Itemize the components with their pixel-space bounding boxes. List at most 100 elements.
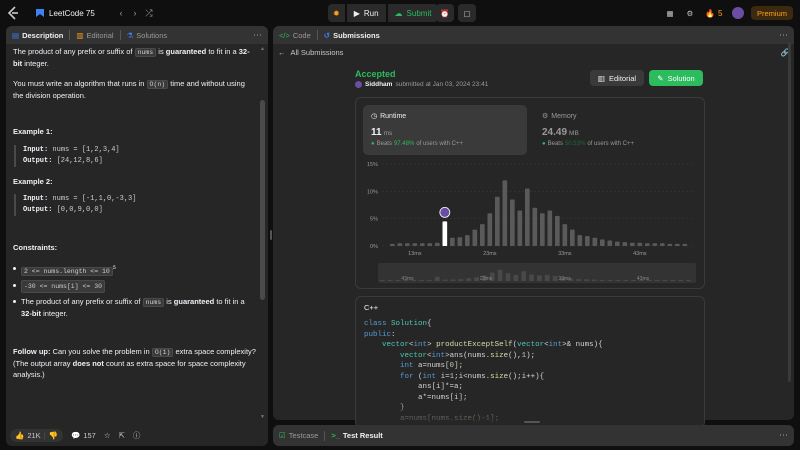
chart-bar xyxy=(517,210,523,246)
chart-bar xyxy=(600,239,605,246)
submit-button[interactable]: ☁ Submit xyxy=(387,4,439,22)
description-icon: ▤ xyxy=(12,30,20,40)
play-icon: ▶ xyxy=(353,8,360,18)
example-2-block: Input: nums = [-1,1,0,-3,3] Output: [0,0… xyxy=(14,194,263,216)
code-line: vector<int>ans(nums.size(),1); xyxy=(400,351,536,360)
chart-bar xyxy=(622,242,628,246)
chart-overview-bar xyxy=(670,280,676,281)
chart-bar xyxy=(420,243,425,246)
username[interactable]: Siddham xyxy=(365,81,392,88)
premium-button[interactable]: Premium xyxy=(751,6,793,20)
notes-icon[interactable]: ▢ xyxy=(458,4,476,22)
chart-overview-bar xyxy=(427,280,432,281)
gear-icon[interactable]: ⚙ xyxy=(684,0,696,26)
description-scrollbar[interactable] xyxy=(260,100,265,300)
editorial-button[interactable]: ▥ Editorial xyxy=(590,70,644,86)
example-1-title: Example 1: xyxy=(13,127,53,136)
chart-overview-tick-label: 43ms xyxy=(401,276,414,282)
chart-overview-tick-label: 23ms xyxy=(480,276,493,282)
more-icon[interactable]: ⋯ xyxy=(779,26,788,44)
comment-icon: 💬 xyxy=(71,430,81,440)
help-icon[interactable]: ⓘ xyxy=(133,430,141,441)
grid-icon[interactable]: ▦ xyxy=(664,0,676,26)
beats-icon: ● xyxy=(371,141,375,147)
chart-x-tick-label: 13ms xyxy=(408,251,422,257)
chart-y-tick-label: 5% xyxy=(370,217,378,223)
problem-list-icon[interactable] xyxy=(34,0,46,26)
constraints-title: Constraints: xyxy=(13,243,58,252)
chart-bar xyxy=(682,243,688,246)
comments-button[interactable]: 💬 157 xyxy=(71,431,96,440)
book-open-icon: ▥ xyxy=(597,73,605,83)
chart-bar xyxy=(585,236,590,246)
chart-y-tick-label: 0% xyxy=(370,244,378,250)
user-avatar xyxy=(355,81,362,88)
beats-icon: ● xyxy=(542,141,546,147)
more-icon[interactable]: ⋯ xyxy=(779,425,788,446)
run-button[interactable]: ▶ Run xyxy=(346,4,386,22)
chart-overview-tick-label: 33ms xyxy=(558,276,571,282)
chart-overview-bar xyxy=(529,274,534,281)
runtime-distribution-chart[interactable]: 0% 5% 10% 15% 13ms 23ms 33ms 43ms 43ms 23ms 33ms 43… xyxy=(362,160,697,284)
tab-editorial[interactable]: ▥ Editorial xyxy=(70,26,119,44)
chart-bar xyxy=(502,180,508,246)
statement-paragraph-2: You must write an algorithm that runs in… xyxy=(13,79,245,100)
timer-icon[interactable]: ⏰ xyxy=(436,4,454,22)
terminal-icon: >_ xyxy=(331,431,340,440)
code-line: for (int i=1;i<nums.size();i++){ xyxy=(400,372,545,381)
code-line: ans[i]*=a; xyxy=(364,383,464,391)
like-button[interactable]: 👍 21K | 👎 xyxy=(10,428,63,442)
panel-resize-handle[interactable] xyxy=(270,230,272,240)
chart-bar xyxy=(525,188,530,246)
more-icon[interactable]: ⋯ xyxy=(253,26,262,44)
chart-bar xyxy=(577,235,583,246)
follow-up-text: Follow up: Can you solve the problem in … xyxy=(13,347,256,379)
constraint-item: -30 <= nums[i] <= 30 xyxy=(13,280,256,293)
shuffle-icon[interactable]: ⤮ xyxy=(144,0,154,26)
tab-submissions[interactable]: ↺ Submissions xyxy=(318,26,386,44)
tab-description[interactable]: ▤ Description xyxy=(6,26,69,44)
streak-counter[interactable]: 🔥 5 xyxy=(705,0,722,26)
chart-overview-bar xyxy=(552,275,558,281)
chart-overview-bar xyxy=(623,280,629,281)
star-icon[interactable]: ☆ xyxy=(104,431,111,440)
constraint-item: The product of any prefix or suffix of n… xyxy=(13,296,256,319)
code-line: vector<int> productExceptSelf(vector<int… xyxy=(382,341,603,349)
chart-overview-bar xyxy=(521,271,527,281)
leetcode-logo-icon[interactable] xyxy=(6,0,20,26)
solution-button[interactable]: ✎ Solution xyxy=(649,70,703,86)
chart-overview-bar xyxy=(387,280,393,281)
chart-overview-bar xyxy=(466,278,472,281)
debug-button[interactable]: ✹ xyxy=(328,4,345,22)
scroll-down-icon[interactable]: ▼ xyxy=(260,414,266,420)
chart-bar xyxy=(615,241,620,246)
scroll-up-icon[interactable]: ▲ xyxy=(260,46,266,52)
tab-test-result[interactable]: >_ Test Result xyxy=(325,425,388,446)
tab-testcase[interactable]: ☑ Testcase xyxy=(273,425,324,446)
memory-card[interactable]: ⚙ Memory 24.49 MB ● Beats 50.53% of users wit… xyxy=(534,105,698,155)
avatar[interactable] xyxy=(732,7,744,19)
chart-overview-bar xyxy=(537,275,542,281)
code-line: public: xyxy=(364,330,396,339)
chart-overview-bar xyxy=(607,280,613,281)
tab-code[interactable]: </> Code xyxy=(273,26,317,44)
chart-overview-bar xyxy=(450,279,456,281)
code-line: int a=nums[0]; xyxy=(400,362,464,370)
chart-bar xyxy=(547,210,553,246)
chart-bar xyxy=(412,243,418,246)
tab-solutions[interactable]: ⚗ Solutions xyxy=(121,26,174,44)
chart-x-tick-label: 23ms xyxy=(483,251,497,257)
runtime-card[interactable]: ◷ Runtime 11 ms ● Beats 97.48% of users with … xyxy=(363,105,527,155)
clock-icon: ◷ xyxy=(371,113,378,120)
chart-bar-highlight xyxy=(442,221,448,246)
edit-icon: ✎ xyxy=(657,73,664,83)
arrow-left-icon[interactable]: ← xyxy=(278,48,286,57)
thumbs-down-icon[interactable]: 👎 xyxy=(49,431,58,440)
chevron-left-icon[interactable]: ‹ xyxy=(116,0,126,26)
share-icon[interactable]: ⇱ xyxy=(119,431,125,440)
panel-resize-handle[interactable] xyxy=(524,421,540,423)
all-submissions-link[interactable]: All Submissions xyxy=(291,48,344,57)
submissions-scrollbar[interactable] xyxy=(788,42,791,382)
chevron-right-icon[interactable]: › xyxy=(130,0,140,26)
problem-list-title[interactable]: LeetCode 75 xyxy=(49,0,95,26)
